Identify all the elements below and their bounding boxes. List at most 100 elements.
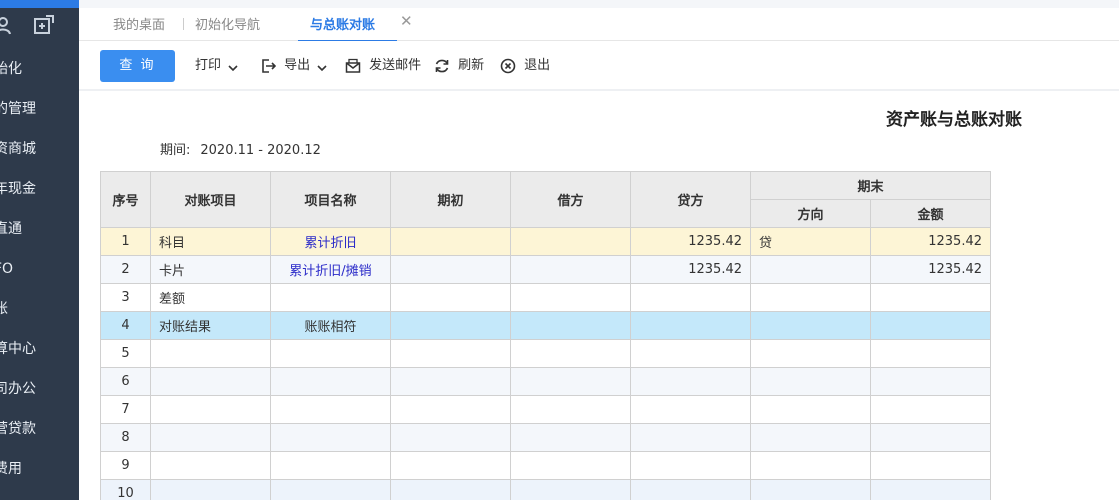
table-row[interactable]: 10 xyxy=(100,479,991,500)
cell-credit[interactable] xyxy=(630,339,751,368)
cell-debit[interactable] xyxy=(510,423,631,452)
cell-name[interactable] xyxy=(270,339,391,368)
sidebar-item[interactable]: 年现金 xyxy=(0,169,79,209)
cell-amount[interactable] xyxy=(870,395,991,424)
cell-item[interactable] xyxy=(150,395,271,424)
cell-opening[interactable] xyxy=(390,339,511,368)
cell-credit[interactable] xyxy=(630,423,751,452)
cell-opening[interactable] xyxy=(390,227,511,256)
cell-amount[interactable] xyxy=(870,479,991,500)
cell-name[interactable]: 累计折旧 xyxy=(270,227,391,256)
cell-item[interactable] xyxy=(150,367,271,396)
cell-name[interactable] xyxy=(270,423,391,452)
cell-debit[interactable] xyxy=(510,395,631,424)
cell-amount[interactable]: 1235.42 xyxy=(870,227,991,256)
cell-seq[interactable]: 10 xyxy=(100,479,151,500)
table-row[interactable]: 7 xyxy=(100,395,991,424)
cell-amount[interactable] xyxy=(870,311,991,340)
close-icon[interactable]: ✕ xyxy=(400,12,413,30)
cell-debit[interactable] xyxy=(510,311,631,340)
cell-direction[interactable] xyxy=(750,255,871,284)
cell-direction[interactable] xyxy=(750,311,871,340)
query-button[interactable]: 查 询 xyxy=(100,50,175,82)
cell-seq[interactable]: 6 xyxy=(100,367,151,396)
sidebar-item[interactable]: 的管理 xyxy=(0,89,79,129)
cell-name[interactable] xyxy=(270,451,391,480)
cell-seq[interactable]: 9 xyxy=(100,451,151,480)
table-row[interactable]: 4 对账结果 账账相符 xyxy=(100,311,991,340)
cell-amount[interactable]: 1235.42 xyxy=(870,255,991,284)
user-icon[interactable] xyxy=(0,14,16,36)
cell-debit[interactable] xyxy=(510,283,631,312)
cell-credit[interactable]: 1235.42 xyxy=(630,255,751,284)
cell-direction[interactable] xyxy=(750,339,871,368)
cell-direction[interactable] xyxy=(750,423,871,452)
cell-item[interactable] xyxy=(150,451,271,480)
cell-opening[interactable] xyxy=(390,283,511,312)
cell-debit[interactable] xyxy=(510,227,631,256)
cell-name[interactable]: 累计折旧/摊销 xyxy=(270,255,391,284)
sidebar-item[interactable]: 司办公 xyxy=(0,369,79,409)
cell-opening[interactable] xyxy=(390,423,511,452)
tab-init-navigation[interactable]: 初始化导航 xyxy=(195,14,260,38)
cell-seq[interactable]: 3 xyxy=(100,283,151,312)
export-button[interactable]: 导出 xyxy=(260,57,327,75)
cell-name[interactable]: 账账相符 xyxy=(270,311,391,340)
refresh-button[interactable]: 刷新 xyxy=(434,57,484,75)
cell-item[interactable] xyxy=(150,479,271,500)
sidebar-item[interactable]: 直通 xyxy=(0,209,79,249)
exit-button[interactable]: 退出 xyxy=(500,57,550,75)
table-row[interactable]: 1 科目 累计折旧 1235.42 贷 1235.42 xyxy=(100,227,991,256)
cell-seq[interactable]: 7 xyxy=(100,395,151,424)
cell-amount[interactable] xyxy=(870,339,991,368)
cell-item[interactable]: 科目 xyxy=(150,227,271,256)
table-row[interactable]: 8 xyxy=(100,423,991,452)
table-row[interactable]: 9 xyxy=(100,451,991,480)
cell-credit[interactable] xyxy=(630,451,751,480)
cell-name[interactable] xyxy=(270,283,391,312)
print-button[interactable]: 打印 xyxy=(195,57,238,75)
cell-opening[interactable] xyxy=(390,367,511,396)
cell-amount[interactable] xyxy=(870,451,991,480)
cell-direction[interactable] xyxy=(750,283,871,312)
table-row[interactable]: 5 xyxy=(100,339,991,368)
cell-seq[interactable]: 2 xyxy=(100,255,151,284)
cell-credit[interactable] xyxy=(630,395,751,424)
send-email-button[interactable]: 发送邮件 xyxy=(345,57,421,75)
cell-direction[interactable] xyxy=(750,367,871,396)
cell-name[interactable] xyxy=(270,479,391,500)
cell-opening[interactable] xyxy=(390,479,511,500)
table-row[interactable]: 2 卡片 累计折旧/摊销 1235.42 1235.42 xyxy=(100,255,991,284)
cell-seq[interactable]: 8 xyxy=(100,423,151,452)
cell-direction[interactable] xyxy=(750,479,871,500)
add-window-icon[interactable] xyxy=(33,14,55,36)
sidebar-item[interactable]: FO xyxy=(0,249,79,289)
cell-item[interactable] xyxy=(150,423,271,452)
cell-credit[interactable] xyxy=(630,283,751,312)
sidebar-item[interactable]: 费用 xyxy=(0,449,79,489)
tab-my-desktop[interactable]: 我的桌面 xyxy=(113,14,165,38)
cell-credit[interactable] xyxy=(630,311,751,340)
cell-debit[interactable] xyxy=(510,367,631,396)
cell-debit[interactable] xyxy=(510,451,631,480)
cell-item[interactable]: 差额 xyxy=(150,283,271,312)
cell-amount[interactable] xyxy=(870,283,991,312)
cell-credit[interactable] xyxy=(630,367,751,396)
sidebar-item[interactable]: 营贷款 xyxy=(0,409,79,449)
cell-opening[interactable] xyxy=(390,395,511,424)
table-row[interactable]: 3 差额 xyxy=(100,283,991,312)
cell-item[interactable] xyxy=(150,339,271,368)
cell-seq[interactable]: 1 xyxy=(100,227,151,256)
cell-debit[interactable] xyxy=(510,479,631,500)
cell-opening[interactable] xyxy=(390,451,511,480)
cell-name[interactable] xyxy=(270,395,391,424)
table-row[interactable]: 6 xyxy=(100,367,991,396)
cell-credit[interactable]: 1235.42 xyxy=(630,227,751,256)
cell-opening[interactable] xyxy=(390,255,511,284)
sidebar-item[interactable]: 始化 xyxy=(0,49,79,89)
cell-opening[interactable] xyxy=(390,311,511,340)
sidebar-item[interactable]: 资商城 xyxy=(0,129,79,169)
tab-reconcile-gl[interactable]: 与总账对账 ✕ xyxy=(298,12,413,42)
cell-direction[interactable] xyxy=(750,451,871,480)
cell-debit[interactable] xyxy=(510,339,631,368)
